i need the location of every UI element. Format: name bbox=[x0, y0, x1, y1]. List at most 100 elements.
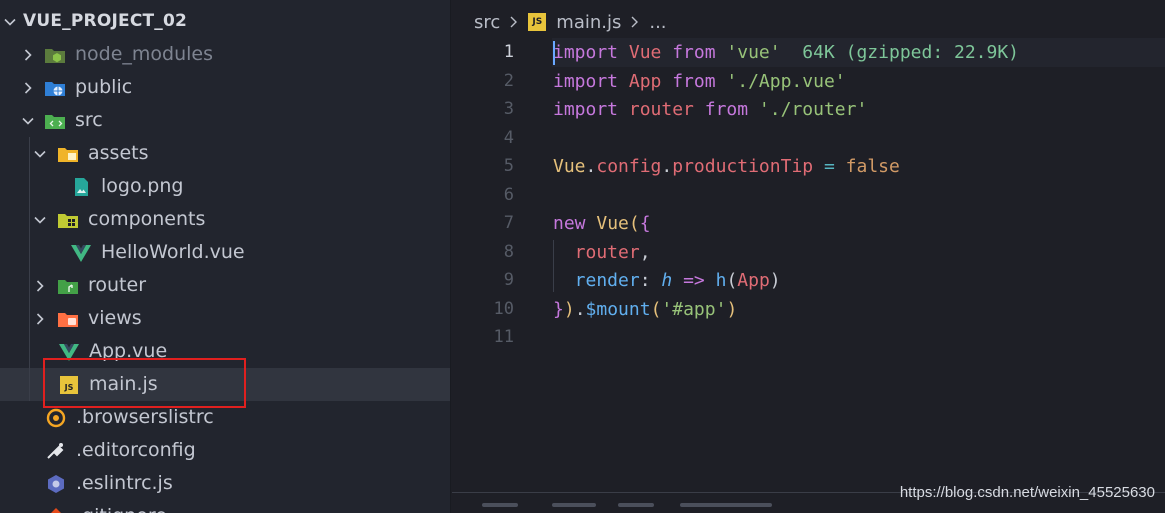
identifier: router bbox=[618, 99, 705, 120]
chevron-right-icon bbox=[629, 15, 641, 29]
line-number: 10 bbox=[493, 298, 514, 319]
chevron-down-icon bbox=[21, 111, 35, 131]
line-number: 2 bbox=[503, 70, 514, 91]
line-number: 7 bbox=[503, 213, 514, 233]
identifier: App bbox=[618, 70, 673, 92]
tree-item-node-modules[interactable]: node_modules bbox=[0, 38, 450, 71]
tree-item-label: .gitignore bbox=[76, 500, 167, 513]
string: 'vue' bbox=[715, 42, 781, 63]
keyword: import bbox=[553, 42, 619, 63]
keyword: from bbox=[672, 70, 716, 92]
watermark: https://blog.csdn.net/weixin_45525630 bbox=[899, 484, 1155, 501]
tree-item-router[interactable]: router bbox=[0, 269, 450, 302]
router-folder-icon bbox=[57, 275, 79, 297]
code-line-9: render: h => h(App) bbox=[553, 266, 781, 295]
breadcrumb-more[interactable]: ... bbox=[649, 12, 666, 33]
punctuation: , bbox=[639, 241, 651, 263]
tree-item-logo-png[interactable]: logo.png bbox=[0, 170, 450, 203]
tree-item-label: public bbox=[75, 76, 133, 98]
boolean: false bbox=[845, 156, 900, 177]
tree-item-editorconfig[interactable]: .editorconfig bbox=[0, 434, 450, 467]
indent-guide bbox=[553, 240, 554, 292]
chevron-right-icon bbox=[33, 276, 47, 296]
breadcrumb-file[interactable]: main.js bbox=[556, 12, 621, 33]
components-folder-icon bbox=[57, 209, 79, 231]
code-line-7: new Vue({ bbox=[553, 209, 651, 238]
line-number: 11 bbox=[493, 327, 514, 347]
keyword: import bbox=[553, 99, 619, 120]
indent-guide bbox=[29, 137, 30, 401]
breadcrumb: src JS main.js ... bbox=[474, 9, 667, 35]
annotation-highlight-box bbox=[43, 358, 246, 408]
punctuation: ( bbox=[650, 298, 662, 320]
punctuation: { bbox=[639, 213, 651, 234]
tree-item-src[interactable]: src bbox=[0, 104, 450, 137]
tree-item-label: node_modules bbox=[75, 43, 214, 65]
chevron-right-icon bbox=[33, 309, 47, 329]
chevron-right-icon bbox=[21, 78, 35, 98]
line-number: 9 bbox=[503, 270, 514, 290]
code-line-8: router, bbox=[553, 238, 651, 267]
property: productionTip bbox=[672, 156, 814, 177]
breadcrumb-folder[interactable]: src bbox=[474, 12, 500, 33]
chevron-down-icon bbox=[3, 12, 17, 32]
line-number: 8 bbox=[503, 241, 514, 262]
code-line-3: import router from './router' bbox=[553, 95, 867, 124]
views-folder-icon bbox=[57, 308, 79, 330]
string: '#app' bbox=[661, 298, 727, 320]
tree-item-label: views bbox=[88, 307, 142, 329]
punctuation: ) bbox=[563, 298, 575, 320]
punctuation: } bbox=[553, 298, 564, 320]
code-line-5: Vue.config.productionTip = false bbox=[553, 152, 900, 181]
eslint-icon bbox=[45, 473, 67, 495]
code-line-2: import App from './App.vue' bbox=[553, 67, 846, 96]
panel-tab[interactable] bbox=[618, 503, 654, 507]
function-call: h bbox=[715, 270, 727, 291]
chevron-right-icon bbox=[21, 45, 35, 65]
line-number: 5 bbox=[503, 156, 514, 176]
tree-item-public[interactable]: public bbox=[0, 71, 450, 104]
text-cursor bbox=[553, 41, 555, 65]
punctuation: ) bbox=[769, 270, 781, 291]
string: './router' bbox=[748, 99, 868, 120]
tree-item-views[interactable]: views bbox=[0, 302, 450, 335]
tree-item-components[interactable]: components bbox=[0, 203, 450, 236]
import-cost-hint: 64K (gzipped: 22.9K) bbox=[780, 42, 1020, 63]
browserslist-icon bbox=[45, 407, 67, 429]
tree-item-label: router bbox=[88, 274, 147, 296]
operator: = bbox=[813, 156, 846, 177]
tree-item-gitignore[interactable]: .gitignore bbox=[0, 500, 450, 513]
panel-tab[interactable] bbox=[552, 503, 596, 507]
panel-tab[interactable] bbox=[482, 503, 518, 507]
keyword: from bbox=[672, 42, 716, 63]
punctuation: . bbox=[585, 156, 597, 177]
property: render bbox=[553, 270, 640, 291]
line-number: 6 bbox=[503, 184, 514, 205]
explorer-root[interactable]: VUE_PROJECT_02 bbox=[0, 5, 450, 38]
project-name: VUE_PROJECT_02 bbox=[23, 11, 188, 31]
tree-item-label: HelloWorld.vue bbox=[101, 241, 245, 263]
panel-tab[interactable] bbox=[680, 503, 772, 507]
tree-item-eslintrc[interactable]: .eslintrc.js bbox=[0, 467, 450, 500]
keyword: import bbox=[553, 70, 619, 92]
tree-item-helloworld-vue[interactable]: HelloWorld.vue bbox=[0, 236, 450, 269]
tree-item-assets[interactable]: assets bbox=[0, 137, 450, 170]
code-line-10: }).$mount('#app') bbox=[553, 295, 737, 324]
line-number: 1 bbox=[503, 42, 514, 62]
tree-item-label: .editorconfig bbox=[76, 439, 196, 461]
line-number: 3 bbox=[503, 99, 514, 119]
tree-item-label: src bbox=[75, 109, 103, 131]
js-file-icon: JS bbox=[528, 13, 547, 31]
chevron-down-icon bbox=[33, 144, 47, 164]
src-folder-icon bbox=[44, 110, 66, 132]
parameter: h bbox=[661, 270, 673, 291]
identifier: Vue bbox=[618, 42, 673, 63]
line-number: 4 bbox=[503, 127, 514, 148]
tree-item-label: assets bbox=[88, 142, 149, 164]
identifier: App bbox=[737, 270, 770, 291]
code-editor[interactable]: src JS main.js ... 1 2 3 4 5 6 7 8 9 10 … bbox=[452, 0, 1165, 513]
code-line-1: import Vue from 'vue' 64K (gzipped: 22.9… bbox=[553, 38, 1019, 67]
image-file-icon bbox=[70, 176, 92, 198]
tree-item-label: .eslintrc.js bbox=[76, 472, 173, 494]
keyword: from bbox=[704, 99, 749, 120]
